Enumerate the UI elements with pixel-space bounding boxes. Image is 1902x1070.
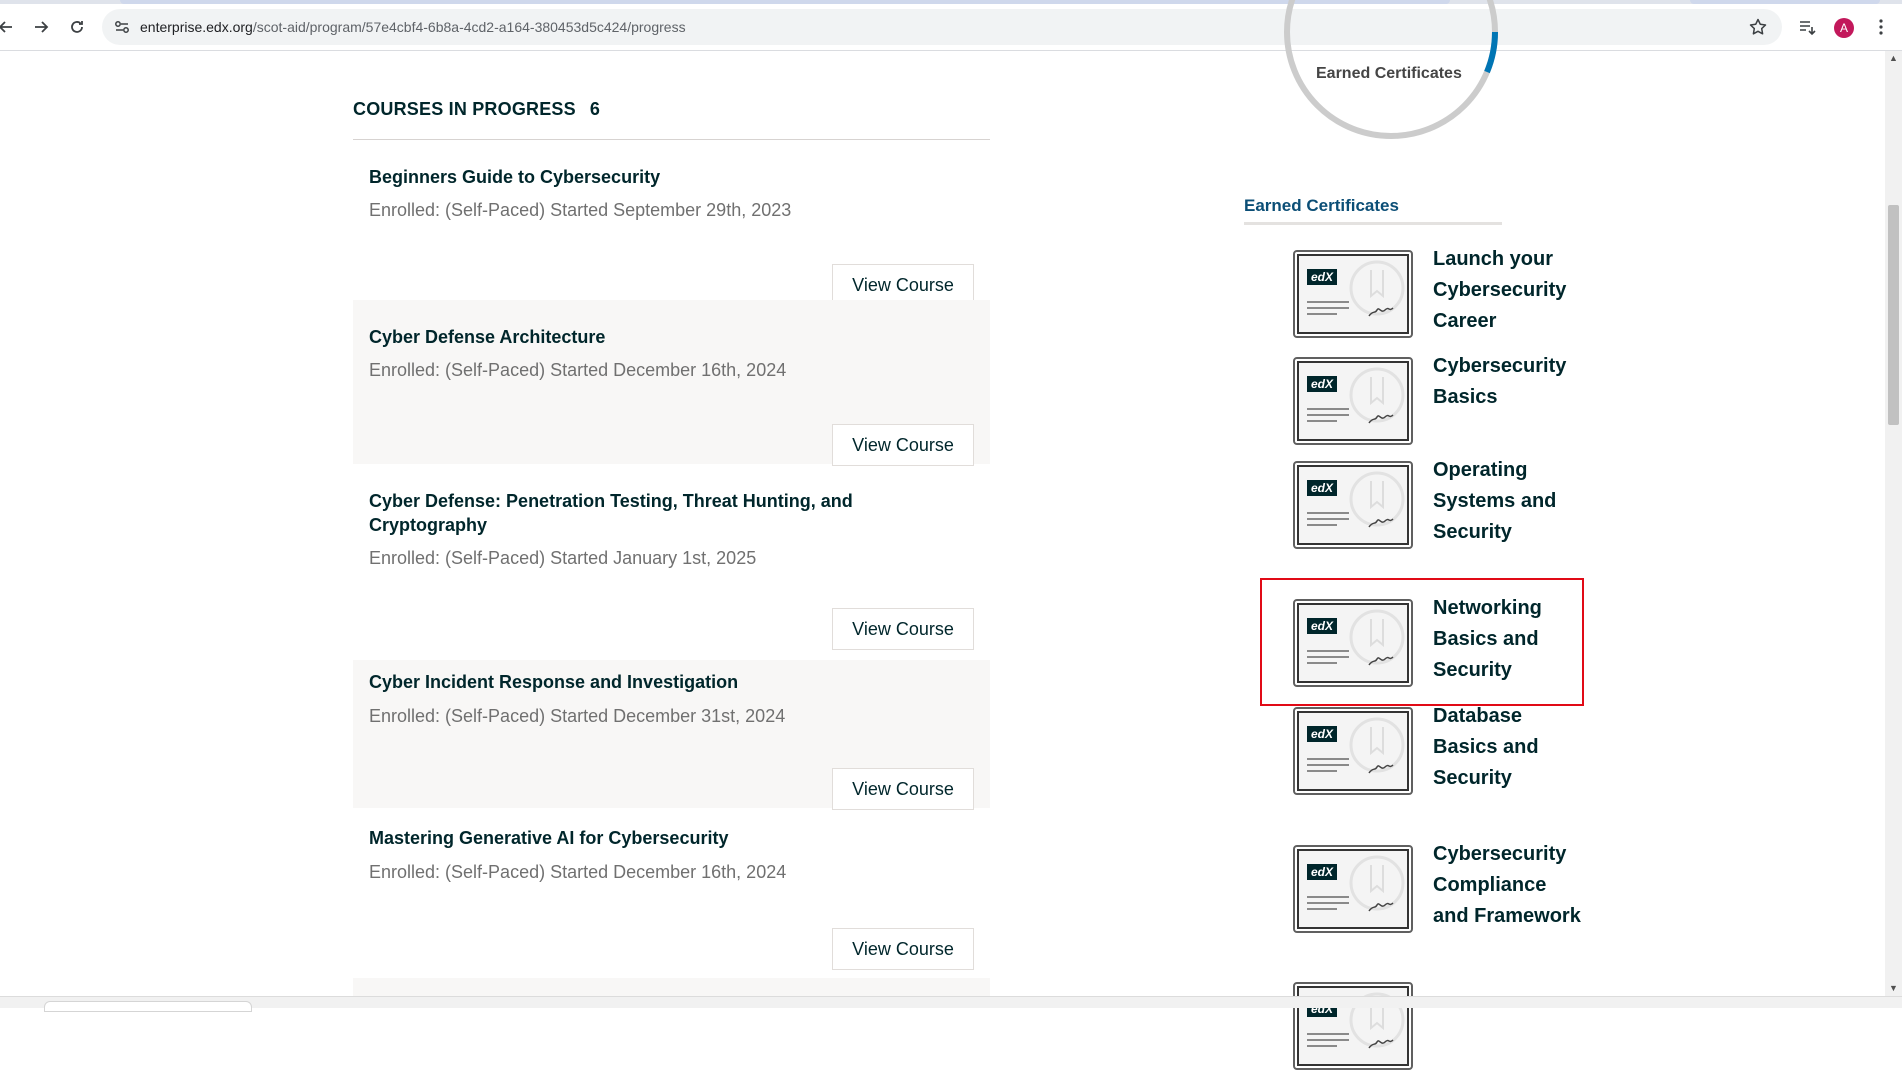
more-vert-icon: [1879, 19, 1883, 35]
back-arrow-icon: [0, 21, 12, 33]
course-enrollment-info: Enrolled: (Self-Paced) Started September…: [369, 200, 792, 220]
course-title[interactable]: Cyber Incident Response and Investigatio…: [369, 670, 869, 694]
address-bar[interactable]: enterprise.edx.org/scot-aid/program/57e4…: [102, 9, 1782, 45]
forward-button[interactable]: [27, 13, 55, 41]
edx-logo-text: edX: [1311, 481, 1334, 495]
certificate-thumbnail-icon: edX: [1293, 357, 1413, 445]
ring-label: Earned Certificates: [1316, 65, 1462, 82]
url-path: /scot-aid/program/57e4cbf4-6b8a-4cd2-a16…: [252, 19, 686, 35]
certificate-thumbnail-icon: edX: [1293, 845, 1413, 933]
highlight-annotation: [1260, 578, 1584, 706]
certificate-thumbnail-icon: edX: [1293, 461, 1413, 549]
edx-logo-text: edX: [1311, 727, 1334, 741]
edx-logo-text: edX: [1311, 270, 1334, 284]
profile-avatar[interactable]: A: [1834, 18, 1854, 38]
certificate-thumbnail-icon: edX: [1293, 707, 1413, 795]
course-title[interactable]: Cyber Defense: Penetration Testing, Thre…: [369, 489, 869, 537]
certificate-name[interactable]: Cybersecurity Compliance and Framework: [1433, 839, 1583, 932]
certificate-name[interactable]: Database Basics and Security: [1433, 701, 1583, 794]
page-scrollbar[interactable]: [1885, 51, 1902, 996]
view-course-button[interactable]: View Course: [832, 608, 974, 650]
course-enrollment-info: Enrolled: (Self-Paced) Started January 1…: [369, 548, 757, 568]
view-course-button[interactable]: View Course: [832, 928, 974, 970]
reload-icon: [71, 21, 83, 33]
course-card: Cyber Defense Architecture Enrolled: (Se…: [353, 300, 990, 466]
bottom-strip: [0, 996, 1902, 1012]
reading-list-icon: [1800, 21, 1816, 36]
site-settings-icon[interactable]: [112, 17, 132, 37]
courses-count: 6: [589, 99, 601, 119]
certificates-divider: [1244, 222, 1502, 225]
browser-menu-button[interactable]: [1870, 16, 1892, 38]
certificate-name[interactable]: Launch your Cybersecurity Career: [1433, 244, 1583, 337]
course-card: Mastering Generative AI for Cybersecurit…: [353, 808, 990, 976]
course-enrollment-info: Enrolled: (Self-Paced) Started December …: [369, 706, 786, 726]
bookmark-star-icon[interactable]: [1748, 17, 1768, 37]
url-text[interactable]: enterprise.edx.org/scot-aid/program/57e4…: [140, 19, 686, 35]
course-enrollment-info: Enrolled: (Self-Paced) Started December …: [369, 360, 787, 380]
course-card: Beginners Guide to Cybersecurity Enrolle…: [353, 140, 990, 306]
reload-button[interactable]: [63, 13, 91, 41]
reading-list-button[interactable]: [1796, 16, 1818, 38]
course-enrollment-info: Enrolled: (Self-Paced) Started December …: [369, 862, 787, 882]
scroll-up-arrow-icon[interactable]: ▲: [1888, 52, 1899, 64]
courses-in-progress-heading: COURSES IN PROGRESS 6: [353, 99, 600, 120]
course-title[interactable]: Cyber Defense Architecture: [369, 325, 869, 349]
url-host: enterprise.edx.org: [140, 19, 253, 35]
courses-heading-text: COURSES IN PROGRESS: [353, 99, 576, 119]
view-course-button[interactable]: View Course: [832, 424, 974, 466]
course-title[interactable]: Mastering Generative AI for Cybersecurit…: [369, 826, 869, 850]
certificate-thumbnail-icon: edX: [1293, 250, 1413, 338]
course-card: Cyber Defense: Penetration Testing, Thre…: [353, 464, 990, 660]
course-title[interactable]: Beginners Guide to Cybersecurity: [369, 165, 869, 189]
browser-toolbar: enterprise.edx.org/scot-aid/program/57e4…: [0, 4, 1902, 51]
view-course-button[interactable]: View Course: [832, 768, 974, 810]
certificate-name[interactable]: Operating Systems and Security: [1433, 455, 1583, 548]
edx-logo-text: edX: [1311, 377, 1334, 391]
scroll-down-arrow-icon[interactable]: ▼: [1888, 982, 1899, 994]
certificate-name[interactable]: Cybersecurity Basics: [1433, 351, 1583, 413]
edx-logo-text: edX: [1311, 865, 1334, 879]
forward-arrow-icon: [35, 21, 49, 33]
scrollbar-thumb[interactable]: [1888, 205, 1899, 425]
back-button[interactable]: [0, 13, 20, 41]
course-card: Cyber Incident Response and Investigatio…: [353, 660, 990, 810]
earned-certificates-heading: Earned Certificates: [1244, 196, 1399, 215]
